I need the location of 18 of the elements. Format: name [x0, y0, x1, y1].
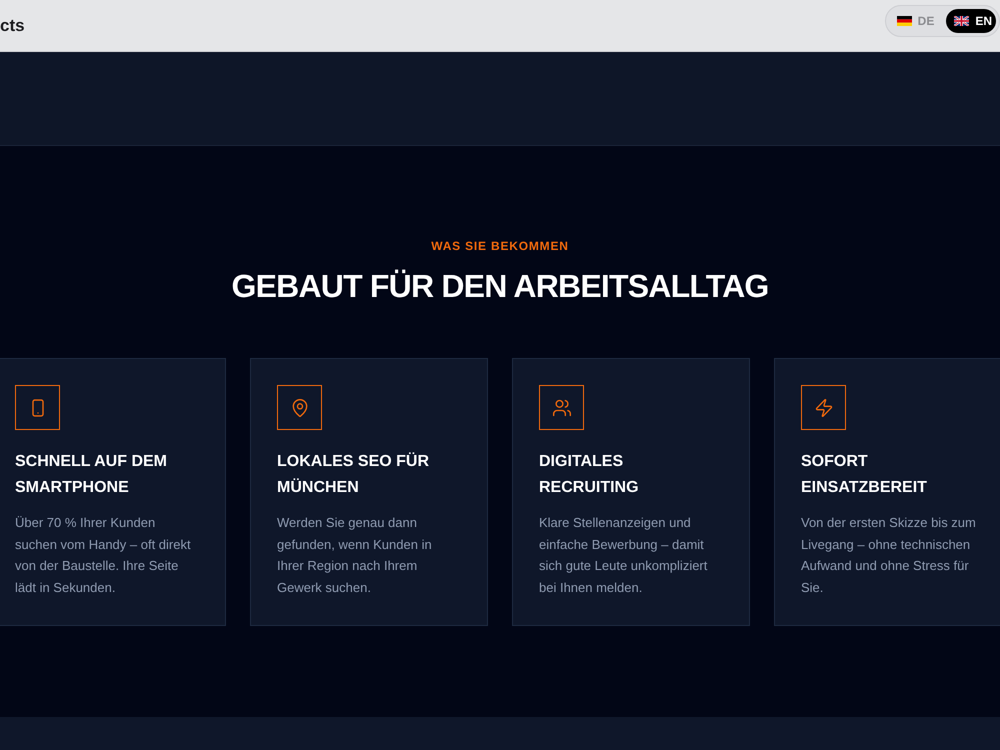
section-heading: GEBAUT FÜR DEN ARBEITSALLTAG: [232, 268, 768, 304]
card-title: SCHNELL AUF DEM SMARTPHONE: [15, 452, 168, 498]
smartphone-icon: [15, 385, 60, 430]
card-description: Von der ersten Skizze bis zum Livegang – ohne technischen Aufwand und ohne Stress für Sie.: [801, 514, 977, 596]
lightning-bolt-icon: [801, 385, 846, 430]
card-title: SOFORT EINSATZBEREIT: [801, 452, 928, 498]
card-description: Über 70 % Ihrer Kunden suchen vom Handy – oft direkt von der Baustelle. Ihre Seite lädt in Sekunden.: [15, 514, 192, 596]
section-eyebrow: WAS SIE BEKOMMEN: [431, 239, 569, 253]
brand-name[interactable]: cts: [0, 16, 25, 36]
british-flag-icon: [954, 16, 970, 26]
german-flag-icon: [896, 16, 912, 26]
people-icon: [539, 385, 584, 430]
map-pin-icon: [277, 385, 322, 430]
language-button[interactable]: EN: [946, 8, 996, 32]
card-description: Werden Sie genau dann gefunden, wenn Kunden in Ihrer Region nach Ihrem Gewerk suchen.: [277, 514, 433, 596]
card-title: LOKALES SEO FÜR MÜNCHEN: [277, 451, 430, 498]
card-description: Klare Stellenanzeigen und einfache Bewerbung – damit sich gute Leute unkompliziert bei Ihnen melden.: [539, 514, 708, 596]
card-title: DIGITALES RECRUITING: [539, 452, 640, 498]
